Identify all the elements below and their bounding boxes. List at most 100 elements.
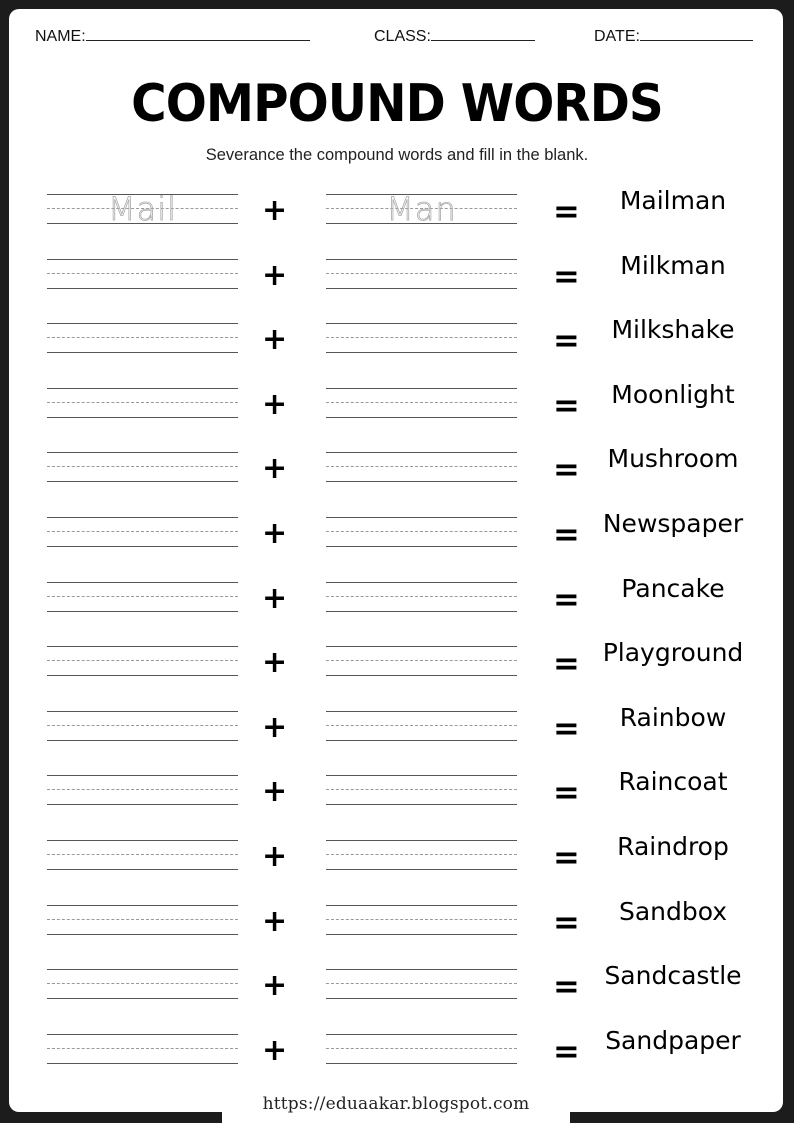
dashed-mid-line [47, 531, 238, 532]
top-guide-line [326, 517, 517, 518]
plus-sign: + [262, 193, 288, 228]
dashed-mid-line [326, 854, 517, 855]
second-word-blank[interactable] [326, 1033, 517, 1064]
dashed-mid-line [326, 724, 517, 726]
compound-word: Pancake [621, 573, 725, 603]
exercise-row: + = Moonlight [0, 380, 794, 428]
date-field[interactable]: DATE: [594, 26, 753, 46]
first-word-blank[interactable] [47, 710, 238, 741]
base-line [47, 416, 238, 418]
base-line [326, 804, 517, 806]
first-word-blank[interactable] [47, 840, 238, 870]
first-word-blank[interactable] [47, 969, 238, 1000]
first-word-blank[interactable] [47, 517, 238, 547]
plus-sign: + [262, 386, 288, 422]
second-word-blank[interactable] [326, 904, 517, 935]
base-line [47, 739, 238, 741]
second-word-blank[interactable] [326, 969, 517, 1000]
first-word-blank[interactable] [47, 1033, 238, 1064]
base-line [47, 610, 238, 612]
second-word-blank[interactable] [326, 387, 517, 418]
second-word-blank[interactable] [326, 323, 517, 354]
name-blank-line[interactable] [85, 26, 310, 41]
compound-word: Raindrop [617, 832, 729, 861]
dashed-mid-line [326, 918, 517, 920]
second-word-blank[interactable]: Man [326, 190, 517, 228]
exercise-row: + = Milkman [0, 251, 794, 299]
name-label: NAME: [35, 28, 86, 45]
class-field[interactable]: CLASS: [374, 26, 535, 46]
second-word-blank[interactable] [326, 258, 517, 289]
base-line [47, 804, 238, 806]
plus-sign: + [262, 709, 288, 745]
dashed-mid-line [47, 724, 238, 726]
base-line [47, 675, 238, 677]
first-word-blank[interactable]: Mail [47, 190, 238, 228]
dashed-mid-line [47, 272, 238, 274]
second-word-blank[interactable] [326, 517, 517, 547]
second-word-blank[interactable] [326, 710, 517, 741]
top-guide-line [47, 969, 238, 971]
plus-sign: + [262, 1032, 288, 1068]
second-word-blank[interactable] [326, 581, 517, 612]
first-word-blank[interactable] [47, 904, 238, 935]
compound-word: Playground [602, 638, 744, 668]
base-line [326, 287, 517, 289]
equals-sign: = [553, 1031, 580, 1070]
second-word-blank[interactable] [326, 646, 517, 677]
base-line [326, 352, 517, 354]
first-word-blank[interactable] [47, 387, 238, 418]
plus-sign: + [262, 451, 288, 487]
top-guide-line [47, 710, 238, 712]
dashed-mid-line [47, 983, 238, 985]
second-word-blank[interactable] [326, 840, 517, 870]
second-word-blank[interactable] [326, 452, 517, 483]
worksheet-page [9, 9, 783, 1112]
dashed-mid-line [326, 337, 517, 339]
first-word-blank[interactable] [47, 775, 238, 806]
dashed-mid-line [47, 401, 238, 403]
base-line [47, 481, 238, 483]
top-guide-line [47, 904, 238, 906]
name-field[interactable]: NAME: [35, 26, 310, 46]
dashed-mid-line [326, 272, 517, 274]
first-word-blank[interactable] [47, 452, 238, 483]
base-line [47, 546, 238, 547]
dashed-mid-line [326, 531, 517, 532]
exercise-row: + = Rainbow [0, 703, 794, 751]
date-blank-line[interactable] [639, 26, 753, 41]
equals-sign: = [553, 579, 580, 618]
first-word-blank[interactable] [47, 646, 238, 677]
dashed-mid-line [47, 595, 238, 597]
first-word-blank[interactable] [47, 323, 238, 354]
base-line [326, 675, 517, 677]
dashed-mid-line [47, 918, 238, 920]
equals-sign: = [553, 515, 580, 553]
base-line [47, 869, 238, 870]
base-line [47, 287, 238, 289]
exercise-row: + = Sandbox [0, 897, 794, 945]
equals-sign: = [553, 838, 580, 876]
date-label: DATE: [594, 28, 640, 45]
equals-sign: = [553, 902, 580, 941]
compound-word: Milkman [620, 250, 726, 280]
class-blank-line[interactable] [430, 26, 535, 41]
exercise-row: Mail + Man = Mailman [0, 186, 794, 234]
dashed-mid-line [326, 660, 517, 662]
first-word-blank[interactable] [47, 581, 238, 612]
compound-word: Rainbow [619, 702, 727, 732]
plus-sign: + [262, 968, 288, 1004]
base-line [47, 1062, 238, 1064]
equals-sign: = [553, 708, 580, 747]
first-word-blank[interactable] [47, 258, 238, 289]
class-label: CLASS: [374, 28, 431, 45]
compound-word: Sandbox [618, 896, 728, 926]
plus-sign: + [262, 516, 288, 551]
dashed-mid-line [326, 789, 517, 791]
dashed-mid-line [47, 789, 238, 791]
top-guide-line [326, 969, 517, 971]
top-guide-line [47, 581, 238, 583]
top-guide-line [47, 775, 238, 777]
exercise-row: + = Mushroom [0, 444, 794, 492]
second-word-blank[interactable] [326, 775, 517, 806]
